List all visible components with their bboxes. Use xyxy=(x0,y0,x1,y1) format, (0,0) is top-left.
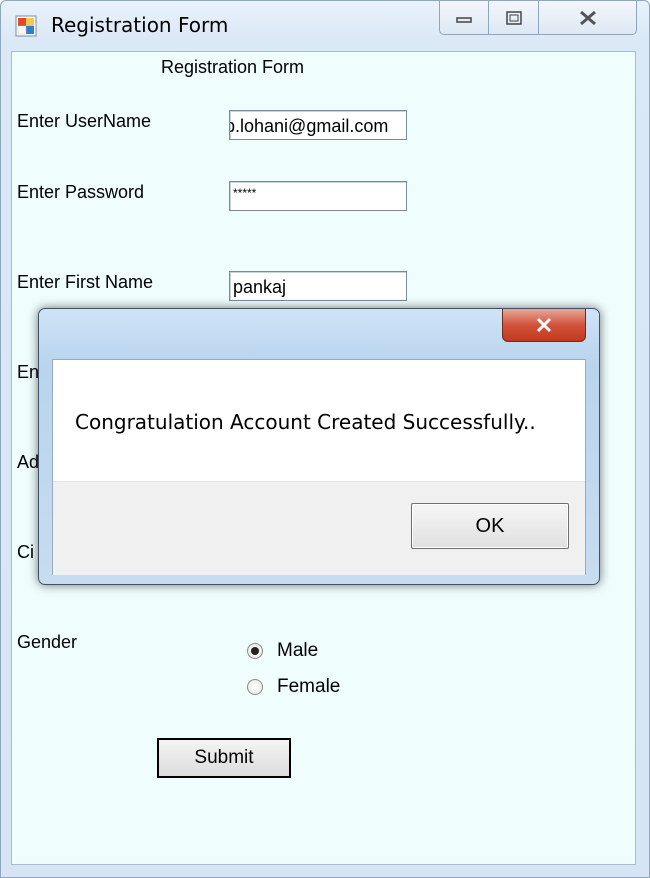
gender-female-label: Female xyxy=(277,676,341,697)
maximize-button[interactable] xyxy=(489,1,539,35)
gender-label: Gender xyxy=(17,632,78,652)
dialog-close-button[interactable] xyxy=(502,309,586,342)
radio-unselected-icon xyxy=(247,679,263,695)
submit-button[interactable]: Submit xyxy=(157,738,291,778)
gender-male-radio[interactable]: Male xyxy=(247,640,318,662)
first-name-label: Enter First Name xyxy=(17,272,154,292)
last-name-label: En xyxy=(17,362,40,382)
ok-button[interactable]: OK xyxy=(411,503,569,549)
gender-female-radio[interactable]: Female xyxy=(247,676,340,698)
city-label: Ci xyxy=(17,542,34,562)
username-label: Enter UserName xyxy=(17,111,152,131)
form-heading: Registration Form xyxy=(161,57,305,77)
app-icon xyxy=(15,15,37,37)
minimize-icon xyxy=(456,16,472,23)
username-field[interactable]: p.lohani@gmail.com xyxy=(229,110,407,140)
message-dialog: Congratulation Account Created Successfu… xyxy=(38,308,600,585)
first-name-field[interactable]: pankaj xyxy=(229,271,407,301)
password-field[interactable]: ***** xyxy=(229,181,407,211)
dialog-message: Congratulation Account Created Successfu… xyxy=(75,410,536,434)
gender-male-label: Male xyxy=(277,640,319,661)
window-title: Registration Form xyxy=(51,13,229,37)
password-label: Enter Password xyxy=(17,182,145,202)
close-icon xyxy=(536,317,552,333)
caption-buttons xyxy=(439,1,637,35)
dialog-content: Congratulation Account Created Successfu… xyxy=(52,359,586,575)
radio-selected-icon xyxy=(247,643,263,659)
maximize-icon xyxy=(505,10,522,25)
minimize-button[interactable] xyxy=(439,1,489,35)
dialog-footer: OK xyxy=(53,481,585,575)
close-icon xyxy=(579,10,596,25)
username-value: p.lohani@gmail.com xyxy=(229,116,389,136)
close-button[interactable] xyxy=(539,1,637,35)
address-label: Ad xyxy=(17,452,40,472)
